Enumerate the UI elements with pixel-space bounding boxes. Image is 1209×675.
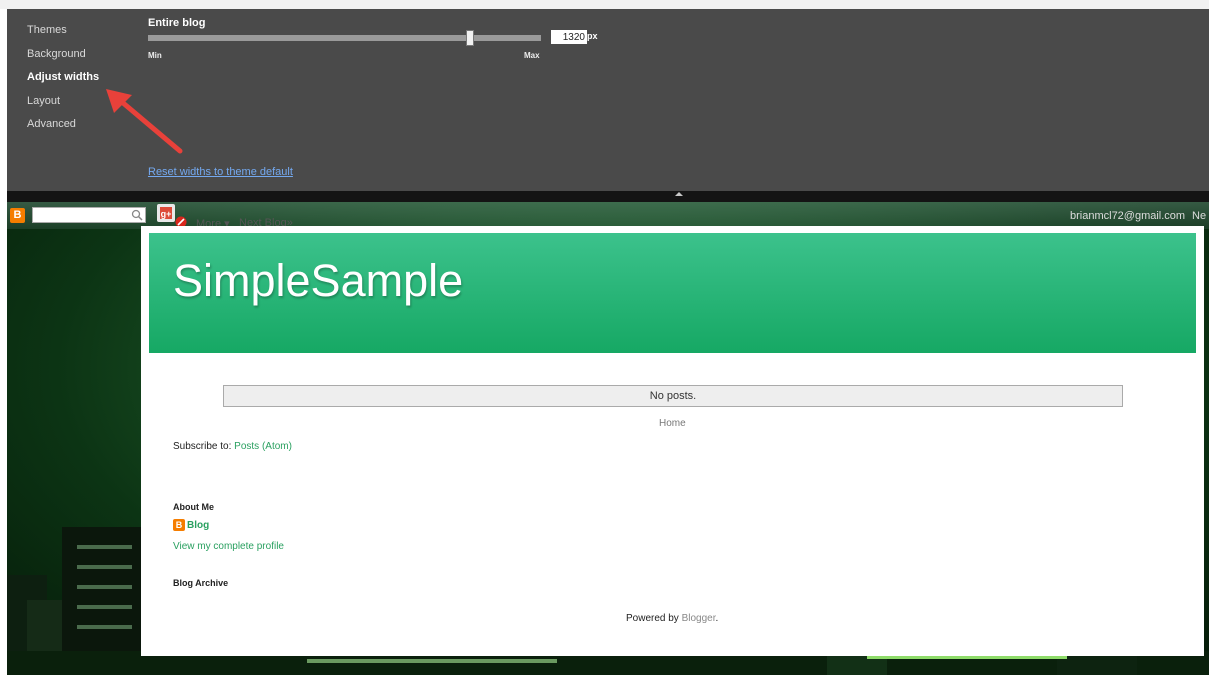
blogger-profile-icon: B [173, 519, 185, 531]
navbar-user-email[interactable]: brianmcl72@gmail.com [1070, 210, 1185, 222]
svg-text:g+: g+ [161, 209, 172, 219]
nav-item-adjust-widths[interactable]: Adjust widths [27, 70, 99, 94]
blogger-logo-icon[interactable]: B [10, 208, 25, 223]
entire-blog-width-section: Entire blog Min Max px [148, 17, 608, 60]
designer-side-nav: Themes Background Adjust widths Layout A… [27, 23, 99, 141]
blogger-navbar: B g+ More ▾ Next Blog» brianmcl72@gmail.… [7, 202, 1209, 230]
about-me-profile: B Blog [173, 519, 209, 531]
width-slider-track[interactable] [148, 35, 541, 41]
profile-name-link[interactable]: Blog [187, 520, 209, 531]
powered-by-footer: Powered by Blogger. [626, 613, 718, 624]
blog-header-banner: SimpleSample [149, 233, 1196, 353]
top-strip [0, 0, 1209, 9]
width-value-input[interactable] [551, 30, 587, 44]
blog-title[interactable]: SimpleSample [173, 255, 463, 307]
navbar-search-input[interactable] [32, 207, 146, 223]
blog-preview: B g+ More ▾ Next Blog» brianmcl72@gmail.… [7, 202, 1209, 675]
section-title: Entire blog [148, 17, 206, 29]
nav-item-layout[interactable]: Layout [27, 94, 99, 118]
nav-item-themes[interactable]: Themes [27, 23, 99, 47]
posts-atom-link[interactable]: Posts (Atom) [234, 441, 292, 452]
powered-suffix: . [715, 613, 719, 624]
blogger-link[interactable]: Blogger [682, 613, 716, 624]
slider-min-label: Min [148, 51, 162, 60]
about-me-heading: About Me [173, 502, 214, 512]
navbar-new-post-link[interactable]: Ne [1192, 210, 1206, 222]
red-arrow-annotation [106, 89, 183, 154]
width-unit-label: px [587, 31, 598, 41]
view-profile-link[interactable]: View my complete profile [173, 541, 284, 552]
slider-max-label: Max [524, 51, 540, 60]
subscribe-prefix: Subscribe to: [173, 441, 235, 452]
search-icon[interactable] [131, 209, 143, 221]
google-plus-icon[interactable]: g+ [157, 204, 175, 222]
blog-page: SimpleSample No posts. Home Subscribe to… [141, 226, 1204, 656]
reset-widths-link[interactable]: Reset widths to theme default [148, 166, 293, 178]
panel-divider-bar[interactable] [7, 191, 1209, 202]
width-slider-handle[interactable] [466, 30, 475, 46]
template-designer-panel: Themes Background Adjust widths Layout A… [7, 9, 1209, 191]
home-link[interactable]: Home [659, 418, 686, 429]
powered-prefix: Powered by [626, 613, 682, 624]
blog-archive-heading: Blog Archive [173, 578, 229, 588]
collapse-arrow-icon[interactable] [675, 192, 683, 196]
no-posts-message: No posts. [223, 385, 1123, 407]
nav-item-background[interactable]: Background [27, 47, 99, 71]
subscribe-line: Subscribe to: Posts (Atom) [173, 441, 292, 452]
nav-item-advanced[interactable]: Advanced [27, 117, 99, 141]
